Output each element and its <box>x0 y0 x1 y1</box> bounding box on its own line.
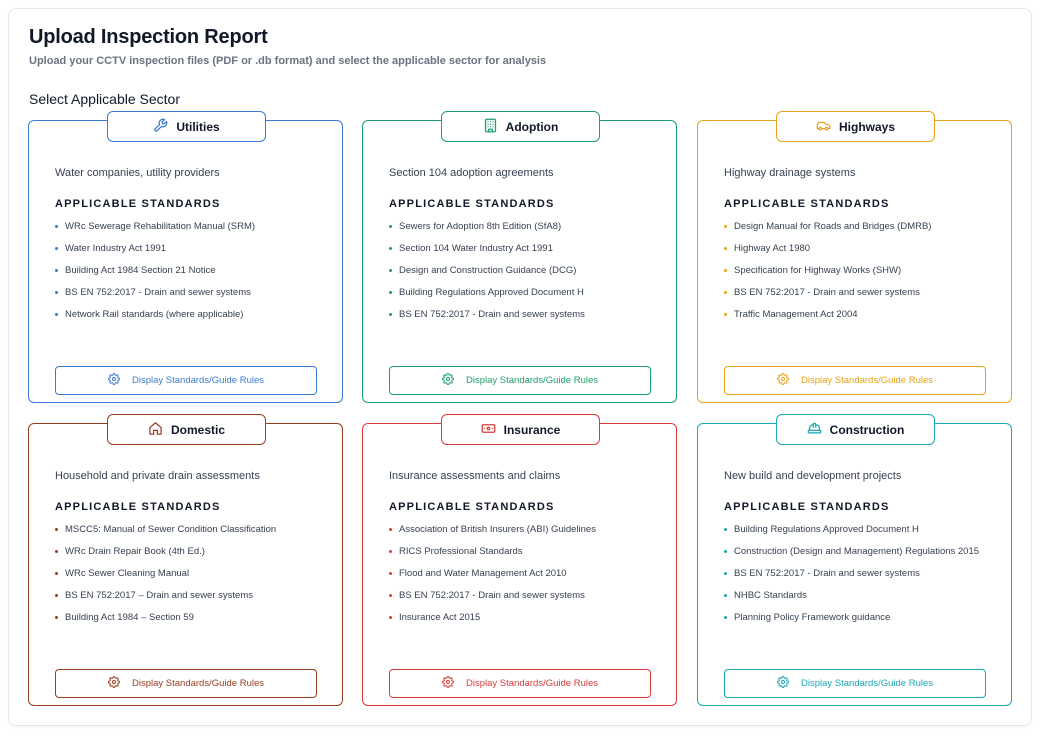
sector-tab-utilities[interactable]: Utilities <box>107 111 266 142</box>
sector-card-domestic[interactable]: Domestic Household and private drain ass… <box>28 414 343 706</box>
sector-description: Section 104 adoption agreements <box>389 167 554 179</box>
gear-icon <box>776 676 789 691</box>
standard-item: Traffic Management Act 2004 <box>724 308 931 330</box>
upload-panel: Upload Inspection Report Upload your CCT… <box>8 8 1032 726</box>
sector-name: Construction <box>829 422 905 437</box>
gear-icon <box>441 373 454 388</box>
standards-list: Sewers for Adoption 8th Edition (SfA8) S… <box>389 220 585 330</box>
sector-tab-construction[interactable]: Construction <box>776 414 935 445</box>
standard-item: Building Act 1984 – Section 59 <box>55 611 276 633</box>
display-rules-label: Display Standards/Guide Rules <box>465 375 598 386</box>
standards-heading: APPLICABLE STANDARDS <box>389 501 555 513</box>
gear-icon <box>107 373 120 388</box>
sector-tab-adoption[interactable]: Adoption <box>441 111 600 142</box>
standard-item: Highway Act 1980 <box>724 242 931 264</box>
standard-item: Building Regulations Approved Document H <box>389 286 585 308</box>
display-rules-label: Display Standards/Guide Rules <box>800 678 933 689</box>
sector-description: Household and private drain assessments <box>55 470 260 482</box>
standard-item: BS EN 752:2017 - Drain and sewer systems <box>724 567 979 589</box>
sector-name: Adoption <box>505 119 559 134</box>
standard-item: Construction (Design and Management) Reg… <box>724 545 979 567</box>
sector-card-insurance[interactable]: Insurance Insurance assessments and clai… <box>362 414 677 706</box>
standard-item: WRc Sewer Cleaning Manual <box>55 567 276 589</box>
standard-item: Building Regulations Approved Document H <box>724 523 979 545</box>
page-subtitle: Upload your CCTV inspection files (PDF o… <box>29 55 547 67</box>
standard-item: WRc Drain Repair Book (4th Ed.) <box>55 545 276 567</box>
sector-card-adoption[interactable]: Adoption Section 104 adoption agreements… <box>362 111 677 403</box>
standards-list: WRc Sewerage Rehabilitation Manual (SRM)… <box>55 220 255 330</box>
display-rules-button[interactable]: Display Standards/Guide Rules <box>389 669 651 698</box>
standard-item: RICS Professional Standards <box>389 545 596 567</box>
sector-description: Insurance assessments and claims <box>389 470 561 482</box>
display-rules-button[interactable]: Display Standards/Guide Rules <box>55 366 317 395</box>
display-rules-button[interactable]: Display Standards/Guide Rules <box>724 366 986 395</box>
standard-item: NHBC Standards <box>724 589 979 611</box>
sector-name: Insurance <box>503 422 561 437</box>
standard-item: Sewers for Adoption 8th Edition (SfA8) <box>389 220 585 242</box>
display-rules-label: Display Standards/Guide Rules <box>131 678 264 689</box>
standards-list: Building Regulations Approved Document H… <box>724 523 979 633</box>
display-rules-button[interactable]: Display Standards/Guide Rules <box>55 669 317 698</box>
standard-item: Design Manual for Roads and Bridges (DMR… <box>724 220 931 242</box>
display-rules-label: Display Standards/Guide Rules <box>465 678 598 689</box>
sector-description: New build and development projects <box>724 470 902 482</box>
standard-item: BS EN 752:2017 - Drain and sewer systems <box>55 286 255 308</box>
standard-item: Design and Construction Guidance (DCG) <box>389 264 585 286</box>
standard-item: Building Act 1984 Section 21 Notice <box>55 264 255 286</box>
standard-item: Section 104 Water Industry Act 1991 <box>389 242 585 264</box>
building-icon <box>483 118 498 136</box>
sector-section-label: Select Applicable Sector <box>29 91 180 107</box>
standard-item: Flood and Water Management Act 2010 <box>389 567 596 589</box>
sector-name: Domestic <box>170 422 226 437</box>
gear-icon <box>441 676 454 691</box>
hard-hat-icon <box>807 421 822 439</box>
standard-item: BS EN 752:2017 – Drain and sewer systems <box>55 589 276 611</box>
sector-card-construction[interactable]: Construction New build and development p… <box>697 414 1012 706</box>
standard-item: BS EN 752:2017 - Drain and sewer systems <box>389 308 585 330</box>
sector-name: Utilities <box>176 119 220 134</box>
standards-heading: APPLICABLE STANDARDS <box>55 198 221 210</box>
display-rules-button[interactable]: Display Standards/Guide Rules <box>724 669 986 698</box>
sector-tab-highways[interactable]: Highways <box>776 111 935 142</box>
standard-item: Insurance Act 2015 <box>389 611 596 633</box>
gear-icon <box>107 676 120 691</box>
standards-list: Design Manual for Roads and Bridges (DMR… <box>724 220 931 330</box>
standard-item: WRc Sewerage Rehabilitation Manual (SRM) <box>55 220 255 242</box>
banknote-icon <box>481 421 496 439</box>
wrench-icon <box>153 118 168 136</box>
standard-item: Specification for Highway Works (SHW) <box>724 264 931 286</box>
standards-heading: APPLICABLE STANDARDS <box>55 501 221 513</box>
standard-item: Association of British Insurers (ABI) Gu… <box>389 523 596 545</box>
sector-tab-domestic[interactable]: Domestic <box>107 414 266 445</box>
sector-card-utilities[interactable]: Utilities Water companies, utility provi… <box>28 111 343 403</box>
standard-item: BS EN 752:2017 - Drain and sewer systems <box>389 589 596 611</box>
display-rules-label: Display Standards/Guide Rules <box>800 375 933 386</box>
sector-description: Highway drainage systems <box>724 167 856 179</box>
sector-card-highways[interactable]: Highways Highway drainage systems APPLIC… <box>697 111 1012 403</box>
standards-list: MSCC5: Manual of Sewer Condition Classif… <box>55 523 276 633</box>
gear-icon <box>776 373 789 388</box>
page-title: Upload Inspection Report <box>29 26 268 48</box>
sector-tab-insurance[interactable]: Insurance <box>441 414 600 445</box>
sector-description: Water companies, utility providers <box>55 167 220 179</box>
standard-item: MSCC5: Manual of Sewer Condition Classif… <box>55 523 276 545</box>
standards-heading: APPLICABLE STANDARDS <box>724 501 890 513</box>
display-rules-button[interactable]: Display Standards/Guide Rules <box>389 366 651 395</box>
standards-list: Association of British Insurers (ABI) Gu… <box>389 523 596 633</box>
standard-item: Network Rail standards (where applicable… <box>55 308 255 330</box>
home-icon <box>148 421 163 439</box>
standard-item: BS EN 752:2017 - Drain and sewer systems <box>724 286 931 308</box>
standards-heading: APPLICABLE STANDARDS <box>389 198 555 210</box>
sector-name: Highways <box>838 119 895 134</box>
standard-item: Planning Policy Framework guidance <box>724 611 979 633</box>
standard-item: Water Industry Act 1991 <box>55 242 255 264</box>
standards-heading: APPLICABLE STANDARDS <box>724 198 890 210</box>
car-icon <box>816 118 831 136</box>
display-rules-label: Display Standards/Guide Rules <box>131 375 264 386</box>
